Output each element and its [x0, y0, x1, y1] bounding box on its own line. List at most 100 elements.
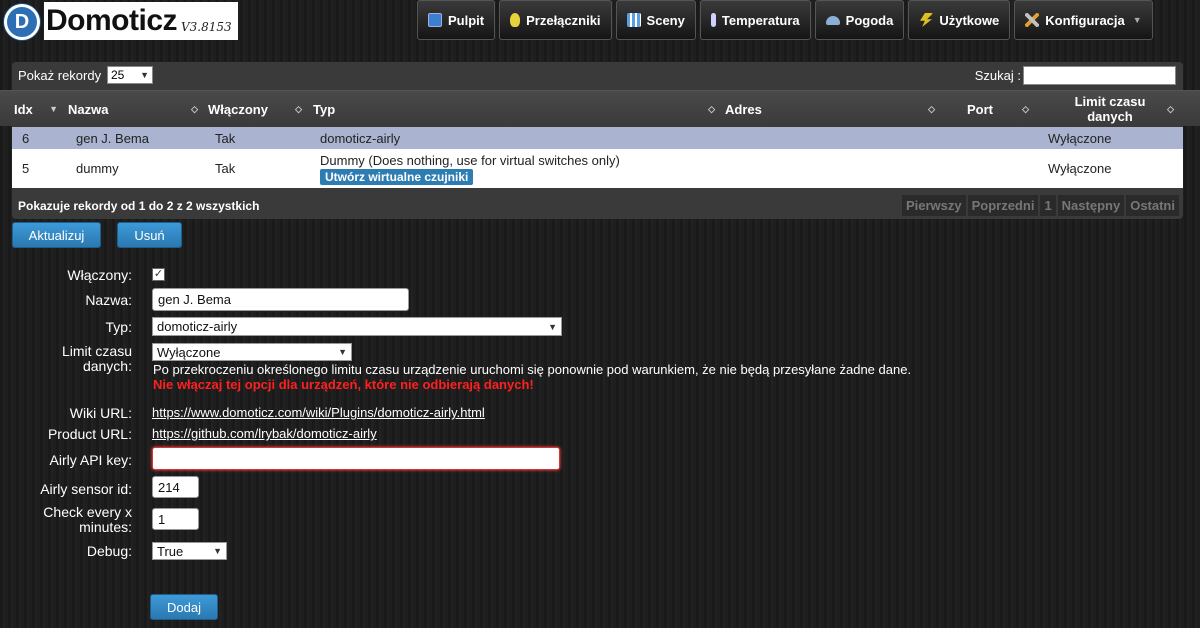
debug-value: True: [157, 543, 184, 559]
debug-select[interactable]: True ▼: [152, 542, 227, 560]
logo[interactable]: D Domoticz V3.8153: [4, 2, 238, 40]
column-port[interactable]: Port ◇: [945, 91, 1035, 127]
type-label: Typ:: [105, 319, 132, 335]
column-label: Włączony: [208, 101, 268, 117]
pager-page-1[interactable]: 1: [1040, 195, 1056, 216]
check-interval-label-line1: Check every x: [43, 504, 132, 520]
logo-text: Domoticz: [44, 2, 181, 40]
table-footer: Pokazuje rekordy od 1 do 2 z 2 wszystkic…: [12, 193, 1183, 217]
nav-switches[interactable]: Przełączniki: [499, 0, 612, 40]
thermometer-icon: [710, 13, 716, 27]
records-per-page-value: 25: [111, 68, 125, 82]
nav-label: Konfiguracja: [1045, 12, 1125, 28]
timeout-label: Limit czasu danych:: [0, 344, 132, 374]
table-row[interactable]: 5 dummy Tak Dummy (Does nothing, use for…: [12, 149, 1183, 188]
create-virtual-sensors-button[interactable]: Utwórz wirtualne czujniki: [320, 168, 474, 185]
api-key-label: Airly API key:: [49, 452, 132, 468]
weather-icon: [825, 15, 840, 25]
check-interval-field[interactable]: 1: [152, 508, 199, 530]
cell-timeout: Wyłączone: [1048, 130, 1112, 146]
nav-utility[interactable]: Użytkowe: [908, 0, 1011, 40]
utility-icon: [920, 13, 934, 27]
type-select[interactable]: domoticz-airly ▼: [152, 317, 562, 336]
search-label: Szukaj :: [974, 68, 1021, 83]
timeout-warning-text: Nie włączaj tej opcji dla urządzeń, któr…: [153, 377, 534, 392]
sensor-id-label: Airly sensor id:: [40, 481, 132, 497]
chevron-down-icon: ▼: [213, 546, 222, 556]
column-label: Adres: [725, 101, 762, 117]
sort-desc-icon: ▼: [49, 104, 58, 114]
pagination: Pierwszy Poprzedni 1 Następny Ostatni: [901, 195, 1179, 216]
nav-configuration[interactable]: Konfiguracja ▼: [1014, 0, 1153, 40]
app-version: V3.8153: [181, 2, 238, 40]
nav-label: Pulpit: [448, 12, 485, 28]
cell-idx: 5: [22, 161, 30, 176]
column-label: Idx: [14, 101, 33, 117]
timeout-value: Wyłączone: [157, 344, 221, 360]
wiki-url-link[interactable]: https://www.domoticz.com/wiki/Plugins/do…: [152, 405, 485, 420]
chevron-down-icon: ▼: [1132, 15, 1142, 25]
update-button[interactable]: Aktualizuj: [12, 222, 101, 248]
column-enabled[interactable]: Włączony ◇: [208, 91, 308, 127]
chevron-down-icon: ▼: [140, 70, 149, 80]
sort-icon: ◇: [1022, 103, 1029, 114]
nav-label: Temperatura: [721, 12, 800, 28]
pager-last[interactable]: Ostatni: [1126, 195, 1179, 216]
column-address[interactable]: Adres ◇: [725, 91, 941, 127]
chevron-down-icon: ▼: [548, 321, 557, 332]
check-interval-label-line2: minutes:: [79, 519, 132, 535]
top-bar: D Domoticz V3.8153 Pulpit Przełączniki S…: [0, 0, 1200, 42]
cell-idx: 6: [22, 130, 30, 146]
timeout-label-line1: Limit czasu: [61, 343, 132, 359]
nav-pulpit[interactable]: Pulpit: [417, 0, 496, 40]
search-input[interactable]: [1023, 66, 1176, 85]
sensor-id-field[interactable]: 214: [152, 476, 199, 498]
enabled-label: Włączony:: [67, 267, 132, 283]
table-row[interactable]: 6 gen J. Bema Tak domoticz-airly Wyłączo…: [12, 127, 1183, 149]
main-nav: Pulpit Przełączniki Sceny Temperatura Po…: [417, 0, 1153, 40]
table-info: Pokazuje rekordy od 1 do 2 z 2 wszystkic…: [18, 199, 260, 213]
api-key-field[interactable]: [152, 447, 560, 470]
product-url-link[interactable]: https://github.com/lrybak/domoticz-airly: [152, 426, 377, 441]
pager-previous[interactable]: Poprzedni: [967, 195, 1039, 216]
column-label: Limit czasu danych: [1074, 94, 1146, 124]
nav-label: Pogoda: [845, 12, 894, 28]
timeout-select[interactable]: Wyłączone ▼: [152, 343, 352, 361]
sort-icon: ◇: [295, 103, 302, 114]
pager-first[interactable]: Pierwszy: [901, 195, 966, 216]
records-per-page-label: Pokaż rekordy: [18, 68, 102, 83]
name-field[interactable]: gen J. Bema: [152, 288, 409, 311]
column-type[interactable]: Typ ◇: [313, 91, 721, 127]
cell-type: Dummy (Does nothing, use for virtual swi…: [320, 149, 620, 188]
nav-temperature[interactable]: Temperatura: [699, 0, 811, 40]
column-label: Nazwa: [68, 101, 109, 117]
delete-button[interactable]: Usuń: [117, 222, 182, 248]
sort-icon: ◇: [928, 103, 935, 114]
nav-weather[interactable]: Pogoda: [814, 0, 905, 40]
scenes-icon: [626, 13, 641, 27]
timeout-help-text: Po przekroczeniu określonego limitu czas…: [153, 362, 912, 377]
logo-badge: D: [4, 4, 40, 40]
cell-name: gen J. Bema: [76, 130, 149, 146]
enabled-checkbox[interactable]: ✓: [152, 268, 165, 281]
debug-label: Debug:: [86, 543, 132, 559]
add-button[interactable]: Dodaj: [150, 594, 218, 620]
timeout-label-line2: danych:: [82, 358, 132, 374]
cell-name: dummy: [76, 161, 119, 176]
column-idx[interactable]: Idx ▼: [14, 91, 64, 127]
nav-label: Przełączniki: [526, 12, 601, 28]
pager-next[interactable]: Następny: [1057, 195, 1125, 216]
column-label: Typ: [313, 101, 336, 117]
column-name[interactable]: Nazwa ◇: [68, 91, 204, 127]
cell-type: domoticz-airly: [320, 130, 401, 146]
table-toolbar: Pokaż rekordy 25 ▼ Szukaj :: [12, 62, 1183, 90]
sort-icon: ◇: [1167, 103, 1174, 114]
table-header: Idx ▼ Nazwa ◇ Włączony ◇ Typ ◇ Adres ◇ Port ◇ …: [0, 90, 1200, 126]
column-timeout[interactable]: Limit czasu danych ◇: [1040, 91, 1180, 127]
nav-label: Użytkowe: [939, 12, 1000, 28]
sort-icon: ◇: [708, 103, 715, 114]
nav-scenes[interactable]: Sceny: [615, 0, 696, 40]
product-url-label: Product URL:: [47, 426, 132, 442]
records-per-page-select[interactable]: 25 ▼: [107, 66, 153, 84]
column-label: Port: [967, 101, 993, 117]
